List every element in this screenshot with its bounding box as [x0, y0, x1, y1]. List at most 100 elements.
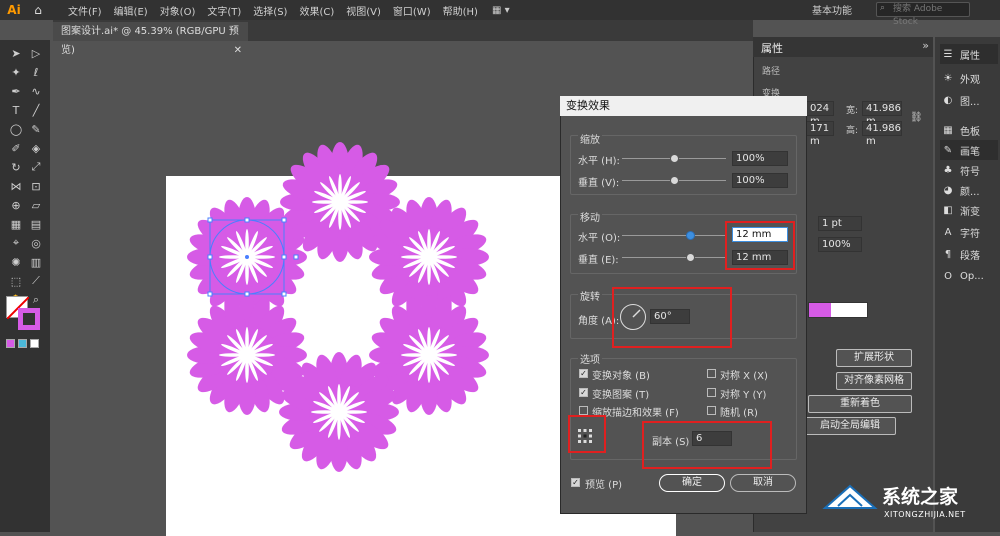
- paragraph-icon: ¶: [944, 248, 952, 260]
- perspective-tool-icon[interactable]: ▱: [27, 196, 45, 214]
- menu-item-6[interactable]: 视图(V): [340, 3, 387, 18]
- move-horizontal-slider-knob[interactable]: [686, 231, 695, 240]
- global-edit-button[interactable]: 启动全局编辑: [804, 417, 896, 435]
- y-position-field[interactable]: 171 m: [806, 121, 834, 147]
- copies-highlight: [642, 421, 772, 469]
- reflect-y-checkbox[interactable]: [707, 388, 716, 397]
- panel-collapse-icon[interactable]: »: [922, 39, 929, 52]
- width-tool-icon[interactable]: ⋈: [7, 177, 25, 195]
- selection-tool-icon[interactable]: ➤: [7, 44, 25, 62]
- stock-search-input[interactable]: 搜索 Adobe Stock: [876, 2, 970, 27]
- scale-group-label: 缩放: [578, 131, 602, 146]
- reflect-x-label: 对称 X (X): [720, 371, 768, 382]
- move-vertical-slider-knob[interactable]: [686, 253, 695, 262]
- direct-selection-tool-icon[interactable]: ▷: [27, 44, 45, 62]
- pixel-grid-button[interactable]: 对齐像素网格: [836, 372, 912, 390]
- panel-tab-gradient[interactable]: ◧ 渐变: [940, 200, 998, 220]
- symbol-sprayer-tool-icon[interactable]: ✺: [7, 253, 25, 271]
- height-field[interactable]: 41.986 m: [862, 121, 902, 147]
- panel-tab-symbols[interactable]: ♣ 符号: [940, 160, 998, 180]
- menu-item-1[interactable]: 编辑(E): [108, 3, 154, 18]
- free-transform-tool-icon[interactable]: ⊡: [27, 177, 45, 195]
- cancel-button[interactable]: 取消: [730, 474, 796, 492]
- menu-item-7[interactable]: 窗口(W): [387, 3, 437, 18]
- type-tool-icon[interactable]: T: [7, 101, 25, 119]
- workspace-switcher-icon[interactable]: ▦ ▾: [492, 5, 510, 16]
- stroke-weight-field[interactable]: 1 pt: [818, 216, 862, 231]
- stroke-swatch[interactable]: [18, 308, 40, 330]
- scale-vertical-slider-knob[interactable]: [670, 176, 679, 185]
- scale-horizontal-field[interactable]: 100%: [732, 151, 788, 166]
- scale-horizontal-slider-knob[interactable]: [670, 154, 679, 163]
- menu-item-3[interactable]: 文字(T): [201, 3, 247, 18]
- menu-item-2[interactable]: 对象(O): [154, 3, 202, 18]
- move-vertical-slider-track[interactable]: [622, 257, 726, 258]
- watermark-logo: 系统之家 XITONGZHIJIA.NET: [820, 470, 1000, 530]
- transform-patterns-checkbox[interactable]: ✓: [579, 388, 588, 397]
- width-field[interactable]: 41.986 m: [862, 101, 902, 127]
- scale-vertical-field[interactable]: 100%: [732, 173, 788, 188]
- recolor-button[interactable]: 重新着色: [808, 395, 912, 413]
- panel-tab-opentype[interactable]: O Op...: [940, 266, 998, 286]
- line-tool-icon[interactable]: ╱: [27, 101, 45, 119]
- ellipse-tool-icon[interactable]: ◯: [7, 120, 25, 138]
- constrain-link-icon[interactable]: ⛓: [910, 112, 923, 123]
- magic-wand-tool-icon[interactable]: ✦: [7, 63, 25, 81]
- random-checkbox[interactable]: [707, 406, 716, 415]
- panel-tab-graphic-styles[interactable]: ◐ 图...: [940, 90, 998, 110]
- reflect-x-checkbox[interactable]: [707, 369, 716, 378]
- search-icon: ⌕: [880, 3, 886, 13]
- panel-tab-properties[interactable]: ☰ 属性: [940, 44, 998, 64]
- pen-tool-icon[interactable]: ✒: [7, 82, 25, 100]
- home-icon[interactable]: ⌂: [28, 3, 48, 17]
- graphic-styles-icon: ◐: [943, 94, 953, 106]
- curvature-tool-icon[interactable]: ∿: [27, 82, 45, 100]
- x-position-field[interactable]: 024 m: [806, 101, 834, 127]
- eraser-tool-icon[interactable]: ◈: [27, 139, 45, 157]
- gradient-icon: ◧: [943, 204, 953, 216]
- panel-tab-swatches[interactable]: ▦ 色板: [940, 120, 998, 140]
- panel-tab-brush[interactable]: ✎ 画笔: [940, 140, 998, 160]
- graph-tool-icon[interactable]: ▥: [27, 253, 45, 271]
- panel-tab-character[interactable]: A 字符: [940, 222, 998, 242]
- panel-tab-paragraph[interactable]: ¶ 段落: [940, 244, 998, 264]
- workspace-selector[interactable]: 基本功能: [812, 2, 852, 17]
- menu-item-5[interactable]: 效果(C): [293, 3, 340, 18]
- move-vertical-label: 垂直 (E):: [578, 255, 619, 266]
- rotate-tool-icon[interactable]: ↻: [7, 158, 25, 176]
- random-label: 随机 (R): [720, 408, 758, 419]
- paintbrush-tool-icon[interactable]: ✎: [27, 120, 45, 138]
- artboard-tool-icon[interactable]: ⬚: [7, 272, 25, 290]
- transform-objects-checkbox[interactable]: ✓: [579, 369, 588, 378]
- panel-tab-color[interactable]: ◕ 颜...: [940, 180, 998, 200]
- color-mode-buttons[interactable]: [6, 339, 39, 348]
- scale-strokes-checkbox[interactable]: [579, 406, 588, 415]
- gradient-tool-icon[interactable]: ▤: [27, 215, 45, 233]
- panel-tab-appearance[interactable]: ☀ 外观: [940, 68, 998, 88]
- shaper-tool-icon[interactable]: ✐: [7, 139, 25, 157]
- move-horizontal-slider-track[interactable]: [622, 235, 726, 236]
- expand-shape-button[interactable]: 扩展形状: [836, 349, 912, 367]
- menu-item-4[interactable]: 选择(S): [247, 3, 293, 18]
- shape-builder-tool-icon[interactable]: ⊕: [7, 196, 25, 214]
- blend-tool-icon[interactable]: ◎: [27, 234, 45, 252]
- close-tab-icon[interactable]: ✕: [234, 41, 242, 60]
- preview-checkbox[interactable]: ✓: [571, 478, 580, 487]
- scale-tool-icon[interactable]: ⤢: [27, 158, 45, 176]
- opacity-field[interactable]: 100%: [818, 237, 862, 252]
- menu-item-8[interactable]: 帮助(H): [437, 3, 484, 18]
- eyedropper-tool-icon[interactable]: ⌖: [7, 234, 25, 252]
- appearance-icon: ☀: [943, 72, 953, 84]
- zoom-tool-icon[interactable]: ⌕: [27, 291, 45, 309]
- preview-label: 预览 (P): [585, 480, 623, 491]
- menu-item-0[interactable]: 文件(F): [62, 3, 108, 18]
- move-values-highlight: [725, 221, 795, 270]
- brush-definition-preview[interactable]: [808, 302, 868, 318]
- brush-icon: ✎: [943, 144, 953, 156]
- document-tab[interactable]: 图案设计.ai* @ 45.39% (RGB/GPU 预览) ✕: [53, 22, 248, 56]
- ok-button[interactable]: 确定: [659, 474, 725, 492]
- mesh-tool-icon[interactable]: ▦: [7, 215, 25, 233]
- slice-tool-icon[interactable]: ⟋: [27, 272, 45, 290]
- scale-horizontal-label: 水平 (H):: [578, 156, 620, 167]
- lasso-tool-icon[interactable]: ℓ: [27, 63, 45, 81]
